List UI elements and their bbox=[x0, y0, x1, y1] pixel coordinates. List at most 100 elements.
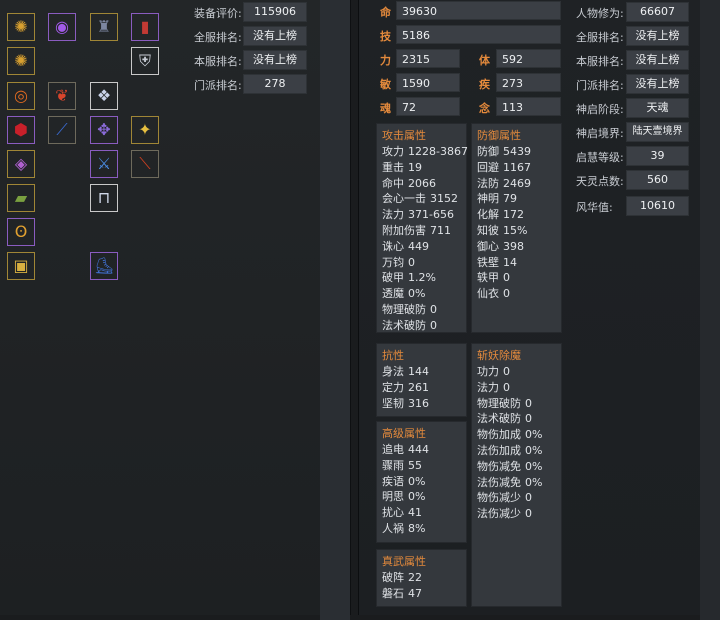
stat-row: 物伤减少 0 bbox=[477, 491, 532, 505]
equip-slot-17[interactable]: ▰ bbox=[7, 184, 35, 212]
attr-li-value: 2315 bbox=[396, 49, 460, 68]
resist-box-title: 抗性 bbox=[382, 349, 404, 362]
attr-min-key: 敏 bbox=[380, 78, 391, 91]
spirit-points-value: 560 bbox=[626, 170, 689, 190]
equip-slot-4[interactable]: ▮ bbox=[131, 13, 159, 41]
elegance-label: 风华值: bbox=[576, 201, 613, 214]
equip-slot-15[interactable]: ⚔ bbox=[90, 150, 118, 178]
stat-row: 仙衣 0 bbox=[477, 287, 510, 301]
stat-row: 明思 0% bbox=[382, 490, 426, 504]
equip-score-label: 装备评价: bbox=[194, 7, 242, 20]
stat-row: 法伤减少 0 bbox=[477, 507, 532, 521]
attr-ji-value: 5186 bbox=[396, 25, 561, 44]
stat-row: 法防 2469 bbox=[477, 176, 531, 190]
stat-row: 透魔 0% bbox=[382, 287, 426, 301]
stat-row: 扰心 41 bbox=[382, 506, 422, 520]
sun-medallion-icon: ✺ bbox=[14, 51, 28, 70]
stat-row: 知彼 15% bbox=[477, 223, 528, 237]
stat-row: 轶甲 0 bbox=[477, 271, 510, 285]
stat-row: 坚韧 316 bbox=[382, 396, 429, 410]
defense-box-title: 防御属性 bbox=[477, 129, 521, 142]
purple-orb-icon: ◉ bbox=[55, 17, 69, 36]
equip-server-rank-value: 没有上榜 bbox=[243, 26, 307, 46]
attr-min-value: 1590 bbox=[396, 73, 460, 92]
equip-slot-16[interactable]: ⟍ bbox=[131, 150, 159, 178]
stat-row: 法伤减免 0% bbox=[477, 475, 543, 489]
demon-box-title: 斩妖除魔 bbox=[477, 349, 521, 362]
stat-row: 物伤减免 0% bbox=[477, 459, 543, 473]
wisdom-level-label: 启慧等级: bbox=[576, 151, 624, 164]
stat-row: 化解 172 bbox=[477, 208, 524, 222]
awakening-stage-label: 神启阶段: bbox=[576, 103, 624, 116]
dark-helm-icon: ♜ bbox=[96, 17, 112, 36]
equip-slot-18[interactable]: ⊓ bbox=[90, 184, 118, 212]
awakening-stage-value: 天魂 bbox=[626, 98, 689, 118]
blue-boots-icon: ⛸ bbox=[93, 256, 115, 275]
attr-ji2-value: 273 bbox=[496, 73, 561, 92]
equip-slot-7[interactable]: ◎ bbox=[7, 82, 35, 110]
equip-server-rank-label: 全服排名: bbox=[194, 31, 242, 44]
attr-nian-key: 念 bbox=[479, 102, 490, 115]
stat-row: 法力 0 bbox=[477, 380, 510, 394]
stat-row: 万钧 0 bbox=[382, 255, 415, 269]
equip-slot-20[interactable]: ▣ bbox=[7, 252, 35, 280]
stat-row: 物伤加成 0% bbox=[477, 428, 543, 442]
stat-row: 骤雨 55 bbox=[382, 458, 422, 472]
equip-slot-13[interactable]: ✦ bbox=[131, 116, 159, 144]
equip-slot-3[interactable]: ♜ bbox=[90, 13, 118, 41]
stat-row: 法伤加成 0% bbox=[477, 443, 543, 457]
equip-slot-8[interactable]: ❦ bbox=[48, 82, 76, 110]
attr-ti-value: 592 bbox=[496, 49, 561, 68]
equip-slot-9[interactable]: ❖ bbox=[90, 82, 118, 110]
advanced-box-title: 高级属性 bbox=[382, 427, 426, 440]
stat-row: 重击 19 bbox=[382, 160, 422, 174]
stat-row: 法术破防 0 bbox=[382, 318, 437, 332]
attr-ming-value: 39630 bbox=[396, 1, 561, 20]
stat-row: 磐石 47 bbox=[382, 586, 422, 600]
advanced-attributes-box: 高级属性 追电 444 骤雨 55 疾语 0% 明思 0% 扰心 41 人祸 8% bbox=[376, 421, 467, 543]
stat-row: 防御 5439 bbox=[477, 145, 531, 158]
equip-slot-14[interactable]: ◈ bbox=[7, 150, 35, 178]
attr-nian-value: 113 bbox=[496, 97, 561, 116]
attr-ti-key: 体 bbox=[479, 54, 490, 67]
stat-row: 御心 398 bbox=[477, 239, 524, 253]
cultivation-label: 人物修为: bbox=[576, 7, 624, 20]
stat-row: 法力 371-656 bbox=[382, 208, 454, 222]
defense-attributes-box: 防御属性 防御 5439 回避 1167 法防 2469 神明 79 化解 172 知彼 1… bbox=[471, 123, 562, 333]
gold-belt-icon: ▣ bbox=[13, 256, 29, 275]
silver-armor-icon: ⛨ bbox=[138, 51, 151, 70]
stat-row: 人祸 8% bbox=[382, 521, 426, 535]
equip-local-rank-value: 没有上榜 bbox=[243, 50, 307, 70]
stat-row: 破阵 22 bbox=[382, 571, 422, 584]
equip-slot-19[interactable]: ʘ bbox=[7, 218, 35, 246]
spirit-points-label: 天灵点数: bbox=[576, 175, 624, 188]
stat-row: 定力 261 bbox=[382, 380, 429, 394]
char-local-rank-value: 没有上榜 bbox=[626, 50, 689, 70]
equip-slot-21[interactable]: ⛸ bbox=[90, 252, 118, 280]
equip-slot-2[interactable]: ◉ bbox=[48, 13, 76, 41]
cultivation-value: 66607 bbox=[626, 2, 689, 22]
equip-slot-12[interactable]: ✥ bbox=[90, 116, 118, 144]
equip-slot-5[interactable]: ✺ bbox=[7, 47, 35, 75]
red-gauntlet-icon: ▮ bbox=[140, 17, 150, 36]
stat-row: 铁壁 14 bbox=[477, 255, 517, 269]
stat-row: 身法 144 bbox=[382, 365, 429, 378]
char-server-rank-value: 没有上榜 bbox=[626, 26, 689, 46]
stat-row: 神明 79 bbox=[477, 192, 517, 206]
jewel-ring-icon: ◈ bbox=[14, 154, 28, 173]
attr-hun-key: 魂 bbox=[380, 102, 391, 115]
char-local-rank-label: 本服排名: bbox=[576, 55, 624, 68]
attr-ji2-key: 疾 bbox=[479, 78, 490, 91]
equip-slot-11[interactable]: ⟋ bbox=[48, 116, 76, 144]
blue-blade-icon: ⟋ bbox=[56, 120, 68, 139]
attr-ji-key: 技 bbox=[380, 30, 391, 43]
sun-medallion-icon: ✺ bbox=[14, 17, 28, 36]
equip-slot-10[interactable]: ⬢ bbox=[7, 116, 35, 144]
stat-row: 追电 444 bbox=[382, 443, 429, 456]
equip-slot-6[interactable]: ⛨ bbox=[131, 47, 159, 75]
equip-local-rank-label: 本服排名: bbox=[194, 55, 242, 68]
attr-li-key: 力 bbox=[380, 54, 391, 67]
red-feather-icon: ❦ bbox=[55, 86, 69, 105]
equip-slot-1[interactable]: ✺ bbox=[7, 13, 35, 41]
blue-sword-icon: ⚔ bbox=[96, 154, 112, 173]
